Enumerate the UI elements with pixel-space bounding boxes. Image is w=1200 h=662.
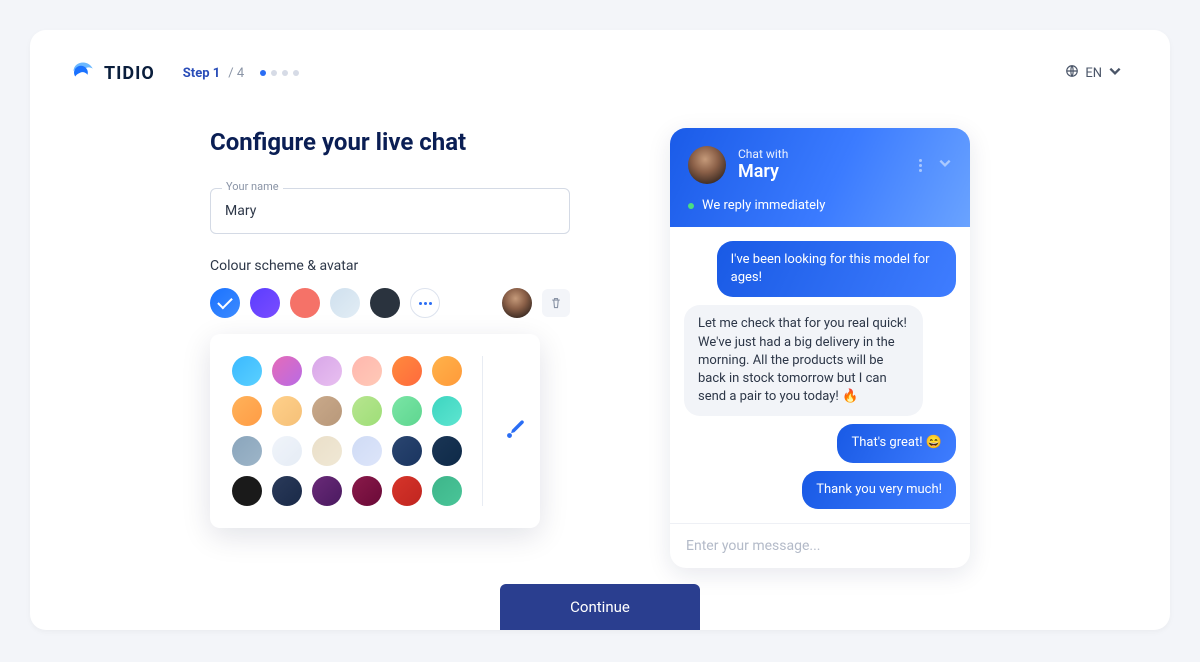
chat-menu-button[interactable] (919, 159, 922, 172)
name-field-wrap: Your name (210, 188, 570, 234)
palette-swatch-7[interactable] (272, 396, 302, 426)
avatar-thumbnail[interactable] (502, 288, 532, 318)
logo-icon (70, 59, 98, 87)
step-dot-4 (293, 70, 299, 76)
palette-swatch-3[interactable] (352, 356, 382, 386)
palette-swatch-8[interactable] (312, 396, 342, 426)
chat-message-3: Thank you very much! (802, 471, 956, 509)
palette-swatch-2[interactable] (312, 356, 342, 386)
chat-status-text: We reply immediately (702, 198, 825, 213)
step-dot-1 (260, 70, 266, 76)
palette-swatch-1[interactable] (272, 356, 302, 386)
brand-name: TIDIO (104, 63, 155, 84)
chat-status: We reply immediately (688, 198, 952, 213)
config-panel: Configure your live chat Your name Colou… (210, 128, 570, 568)
language-code: EN (1085, 66, 1102, 81)
top-left: TIDIO Step 1 / 4 (70, 59, 299, 87)
status-dot-icon (688, 203, 694, 209)
chat-message-2: That's great! 😄 (837, 424, 956, 462)
colour-palette-popover (210, 334, 540, 528)
step-dot-3 (282, 70, 288, 76)
chat-widget: Chat with Mary We reply immediately (670, 128, 970, 568)
delete-avatar-button[interactable] (542, 289, 570, 317)
colour-swatch-1[interactable] (250, 288, 280, 318)
palette-swatch-16[interactable] (392, 436, 422, 466)
custom-colour-button[interactable] (482, 356, 529, 506)
palette-swatch-20[interactable] (312, 476, 342, 506)
palette-swatch-19[interactable] (272, 476, 302, 506)
palette-swatch-17[interactable] (432, 436, 462, 466)
dots-icon (419, 302, 432, 305)
palette-swatch-18[interactable] (232, 476, 262, 506)
step-total: / 4 (228, 66, 244, 81)
palette-swatch-21[interactable] (352, 476, 382, 506)
step-label: Step 1 (183, 66, 220, 81)
palette-swatch-4[interactable] (392, 356, 422, 386)
continue-button[interactable]: Continue (500, 584, 700, 630)
chat-avatar (688, 146, 726, 184)
content: Configure your live chat Your name Colou… (70, 88, 1130, 568)
step-dots (260, 70, 299, 76)
chat-header: Chat with Mary We reply immediately (670, 128, 970, 227)
palette-swatch-22[interactable] (392, 476, 422, 506)
name-input[interactable] (210, 188, 570, 234)
chat-message-0: I've been looking for this model for age… (717, 241, 956, 297)
palette-swatch-13[interactable] (272, 436, 302, 466)
palette-swatch-11[interactable] (432, 396, 462, 426)
colour-swatch-2[interactable] (290, 288, 320, 318)
colour-swatch-0[interactable] (210, 288, 240, 318)
page-title: Configure your live chat (210, 128, 570, 156)
logo: TIDIO (70, 59, 155, 87)
colour-label: Colour scheme & avatar (210, 258, 570, 274)
language-selector[interactable]: EN (1057, 58, 1130, 88)
chevron-down-icon (1108, 64, 1122, 82)
palette-swatch-6[interactable] (232, 396, 262, 426)
colour-swatch-4[interactable] (370, 288, 400, 318)
chat-operator-name: Mary (738, 161, 788, 183)
name-field-label: Your name (222, 180, 283, 193)
step-dot-2 (271, 70, 277, 76)
palette-swatch-0[interactable] (232, 356, 262, 386)
colour-swatch-3[interactable] (330, 288, 360, 318)
chat-minimize-button[interactable] (938, 156, 952, 174)
chat-input[interactable]: Enter your message... (670, 523, 970, 568)
palette-swatch-23[interactable] (432, 476, 462, 506)
palette-swatch-9[interactable] (352, 396, 382, 426)
setup-card: TIDIO Step 1 / 4 EN (30, 30, 1170, 630)
brush-icon (503, 416, 529, 446)
chat-with-label: Chat with (738, 147, 788, 161)
primary-swatch-row (210, 288, 570, 318)
globe-icon (1065, 64, 1079, 82)
palette-swatch-10[interactable] (392, 396, 422, 426)
more-colours-button[interactable] (410, 288, 440, 318)
trash-icon (550, 294, 562, 313)
step-indicator: Step 1 / 4 (183, 66, 299, 81)
palette-swatch-5[interactable] (432, 356, 462, 386)
chat-preview: Chat with Mary We reply immediately (670, 128, 970, 568)
palette-swatch-12[interactable] (232, 436, 262, 466)
palette-grid (232, 356, 462, 506)
chat-controls (919, 156, 952, 174)
chat-body: I've been looking for this model for age… (670, 227, 970, 523)
palette-swatch-15[interactable] (352, 436, 382, 466)
top-bar: TIDIO Step 1 / 4 EN (70, 58, 1130, 88)
chat-message-1: Let me check that for you real quick! We… (684, 305, 923, 416)
palette-swatch-14[interactable] (312, 436, 342, 466)
